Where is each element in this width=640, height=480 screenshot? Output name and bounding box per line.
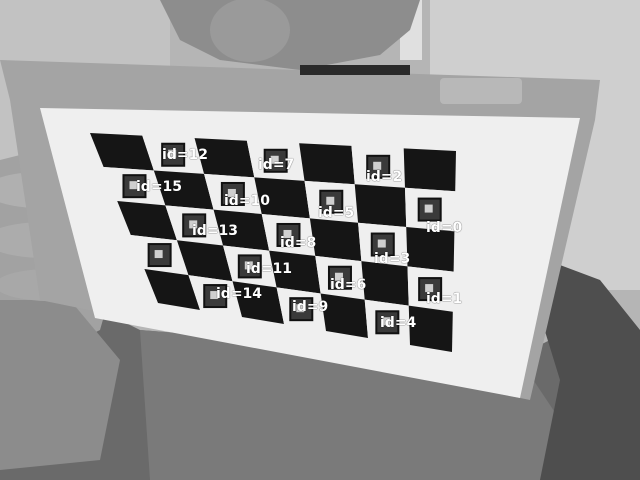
aruco-marker-pattern bbox=[283, 229, 292, 238]
aruco-marker-pattern bbox=[425, 284, 434, 293]
aruco-marker-pattern bbox=[373, 161, 382, 170]
aruco-marker-pattern bbox=[227, 188, 236, 197]
laptop-hinge-right bbox=[440, 78, 522, 104]
board-square-dark bbox=[354, 184, 407, 228]
aruco-marker-pattern bbox=[154, 250, 163, 259]
board-square-dark bbox=[408, 305, 453, 352]
aruco-marker-pattern bbox=[189, 220, 198, 229]
aruco-marker-pattern bbox=[129, 181, 138, 190]
board-square-dark bbox=[299, 143, 355, 185]
board-square-dark bbox=[403, 148, 456, 192]
aruco-marker-pattern bbox=[296, 304, 305, 313]
aruco-marker-pattern bbox=[334, 272, 343, 281]
scene bbox=[0, 0, 640, 480]
laptop-hinge bbox=[300, 65, 410, 75]
aruco-marker-pattern bbox=[377, 239, 386, 248]
aruco-marker-pattern bbox=[382, 317, 391, 326]
board-square-dark bbox=[309, 218, 362, 262]
aruco-marker-pattern bbox=[424, 204, 433, 213]
board-square-dark bbox=[406, 227, 455, 272]
board-square-dark bbox=[254, 177, 310, 219]
aruco-marker-pattern bbox=[168, 149, 177, 158]
board-square-dark bbox=[361, 261, 409, 306]
board-square-dark bbox=[269, 250, 321, 294]
aruco-marker-pattern bbox=[326, 196, 335, 205]
aruco-marker-pattern bbox=[270, 155, 279, 164]
chin bbox=[210, 0, 290, 62]
aruco-marker-pattern bbox=[210, 291, 219, 300]
board-square-dark bbox=[194, 138, 255, 178]
aruco-marker-pattern bbox=[244, 261, 253, 270]
